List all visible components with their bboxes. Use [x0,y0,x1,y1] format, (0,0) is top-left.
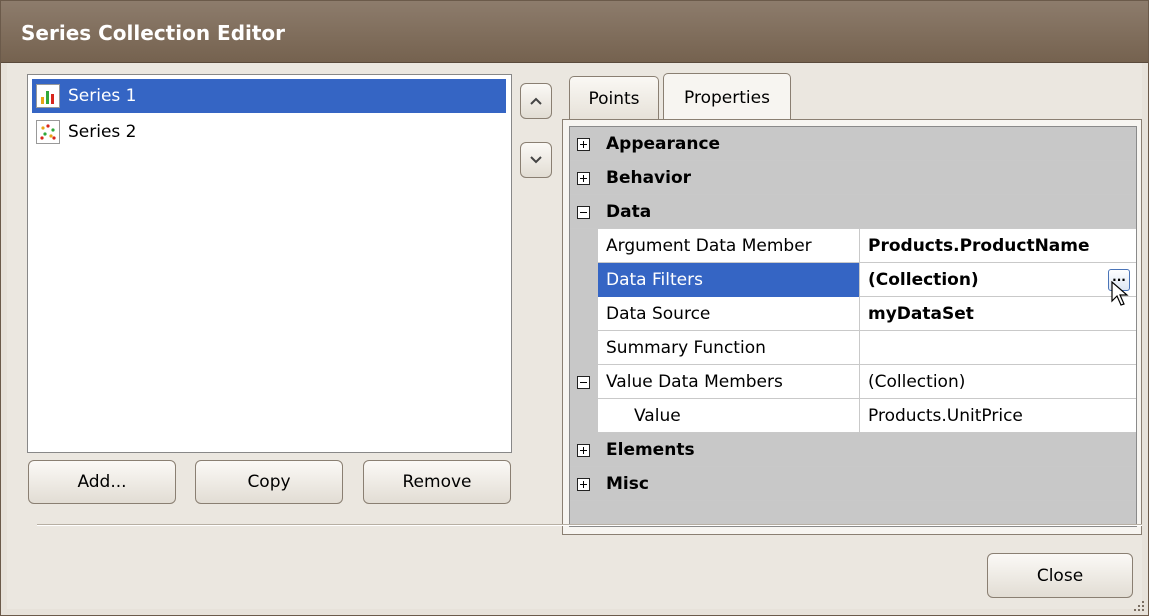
move-down-button[interactable] [520,142,552,178]
point-chart-icon [36,120,60,144]
category-label: Data [606,202,652,222]
property-value-text: (Collection) [868,270,979,290]
add-button[interactable]: Add... [28,460,176,504]
bar-chart-icon [36,84,60,108]
list-item-series-1[interactable]: Series 1 [32,79,506,113]
window-title: Series Collection Editor [21,21,286,45]
series-collection-editor-window: Series Collection Editor Series 1 Series… [0,0,1149,616]
category-misc[interactable]: Misc [570,467,1136,501]
title-bar[interactable]: Series Collection Editor [1,1,1148,63]
category-label: Elements [606,440,695,460]
collapse-icon[interactable] [577,206,590,219]
property-name: Argument Data Member [606,236,812,256]
category-label: Behavior [606,168,692,188]
property-value[interactable]: (Collection) [859,365,1136,399]
property-row-argument-data-member[interactable]: Argument Data Member Products.ProductNam… [570,229,1136,263]
row-gutter [570,331,598,365]
close-button[interactable]: Close [987,553,1133,598]
property-row-value-data-members[interactable]: Value Data Members (Collection) [570,365,1136,399]
dialog-client-area: Series 1 Series 2 Add... Copy Remove Poi… [7,63,1142,609]
property-name: Summary Function [606,338,766,358]
property-value[interactable] [859,331,1136,365]
row-gutter [570,263,598,297]
tab-properties[interactable]: Properties [663,73,791,121]
series-listbox[interactable]: Series 1 Series 2 [27,74,512,453]
property-row-value[interactable]: Value Products.UnitPrice [570,399,1136,433]
expand-icon[interactable] [577,138,590,151]
chevron-up-icon [530,97,542,105]
divider [37,524,1142,526]
category-label: Appearance [606,134,721,154]
category-appearance[interactable]: Appearance [570,127,1136,161]
property-name: Value [634,406,681,426]
property-row-data-filters[interactable]: Data Filters (Collection) ... [570,263,1136,297]
category-data[interactable]: Data [570,195,1136,229]
collapse-icon[interactable] [577,376,590,389]
row-gutter [570,399,598,433]
property-name: Value Data Members [606,372,783,392]
row-gutter [570,297,598,331]
category-elements[interactable]: Elements [570,433,1136,467]
property-value[interactable]: myDataSet [859,297,1136,331]
move-up-button[interactable] [520,83,552,119]
tab-points[interactable]: Points [569,76,659,120]
list-item-label: Series 2 [68,122,137,142]
resize-grip-icon[interactable] [1132,599,1146,613]
copy-button[interactable]: Copy [195,460,343,504]
property-value[interactable]: Products.UnitPrice [859,399,1136,433]
chevron-down-icon [530,156,542,164]
list-item-label: Series 1 [68,86,137,106]
property-row-summary-function[interactable]: Summary Function [570,331,1136,365]
expand-icon[interactable] [577,478,590,491]
property-grid[interactable]: Appearance Behavior Data Argument Data M… [569,126,1137,527]
list-item-series-2[interactable]: Series 2 [32,115,506,149]
expand-icon[interactable] [577,444,590,457]
property-value[interactable]: (Collection) ... [859,263,1136,297]
expand-icon[interactable] [577,172,590,185]
properties-panel: Appearance Behavior Data Argument Data M… [562,119,1142,535]
property-name: Data Source [606,304,711,324]
property-row-data-source[interactable]: Data Source myDataSet [570,297,1136,331]
category-label: Misc [606,474,649,494]
category-behavior[interactable]: Behavior [570,161,1136,195]
property-name: Data Filters [598,263,859,297]
grid-empty-area [570,501,1136,526]
row-gutter [570,229,598,263]
mouse-cursor-icon [1111,281,1129,306]
remove-button[interactable]: Remove [363,460,511,504]
property-value[interactable]: Products.ProductName [859,229,1136,263]
